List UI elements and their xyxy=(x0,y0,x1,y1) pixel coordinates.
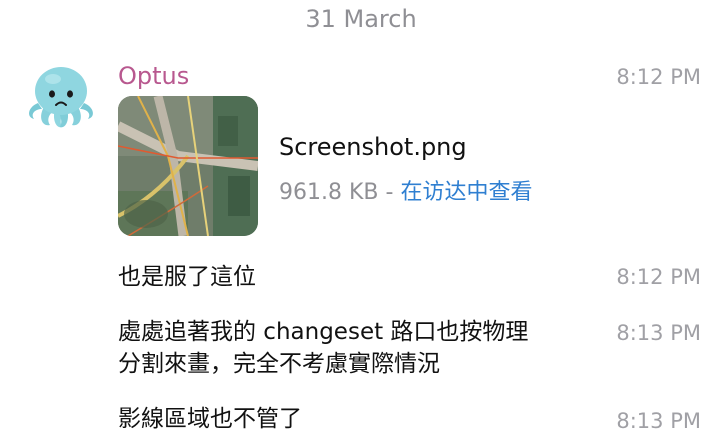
file-meta-separator: - xyxy=(378,180,401,205)
image-thumbnail[interactable] xyxy=(118,96,258,236)
show-in-finder-link[interactable]: 在访达中查看 xyxy=(400,180,532,205)
octopus-icon xyxy=(29,67,93,128)
file-size: 961.8 KB xyxy=(279,180,379,205)
message-timestamp: 8:12 PM xyxy=(616,265,701,289)
message-text[interactable]: 也是服了這位 xyxy=(118,261,256,293)
message-line: 影線區域也不管了 xyxy=(118,406,302,432)
sender-name[interactable]: Optus xyxy=(118,62,189,90)
avatar[interactable] xyxy=(22,63,100,131)
message-text[interactable]: 處處追著我的 changeset 路口也按物理 分割來畫，完全不考慮實際情況 xyxy=(118,316,528,380)
file-meta: 961.8 KB - 在访达中查看 xyxy=(279,174,532,206)
message-line: 分割來畫，完全不考慮實際情況 xyxy=(118,351,440,377)
message-line: 也是服了這位 xyxy=(118,264,256,290)
date-separator: 31 March xyxy=(305,5,417,33)
message-timestamp: 8:13 PM xyxy=(616,409,701,433)
message-line: 處處追著我的 changeset 路口也按物理 xyxy=(118,319,529,345)
message-text[interactable]: 影線區域也不管了 xyxy=(118,403,302,435)
message-timestamp: 8:13 PM xyxy=(616,321,701,345)
file-name[interactable]: Screenshot.png xyxy=(279,133,467,161)
message-timestamp: 8:12 PM xyxy=(616,65,701,89)
map-thumbnail-image xyxy=(118,96,258,236)
